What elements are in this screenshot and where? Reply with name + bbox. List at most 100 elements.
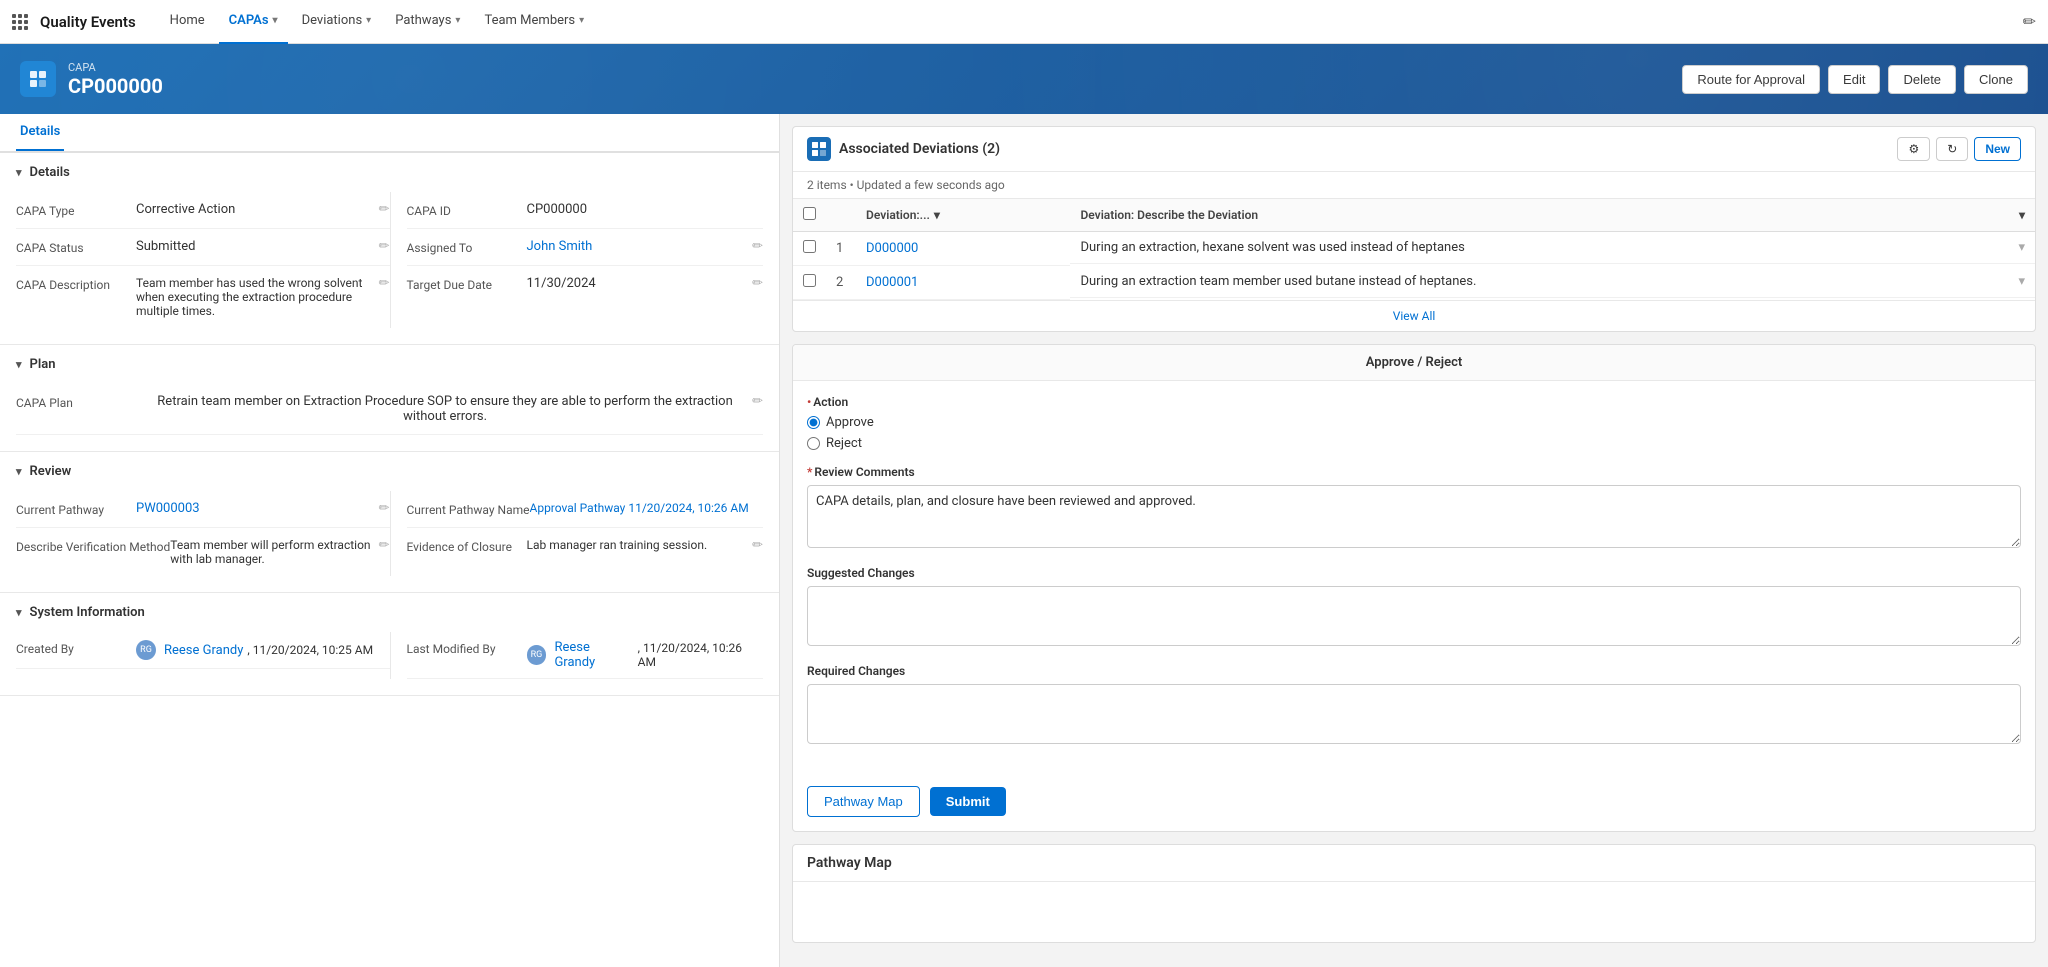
edit-icon[interactable]: ✏: [379, 202, 390, 217]
last-modified-label: Last Modified By: [407, 640, 527, 656]
system-info-section-header[interactable]: ▾ System Information: [0, 593, 779, 632]
capa-type-value: Corrective Action: [136, 202, 371, 217]
review-section: ▾ Review Current Pathway PW000003 ✏ Desc…: [0, 452, 779, 593]
edit-icon[interactable]: ✏: [752, 276, 763, 291]
col-deviation-id[interactable]: Deviation:... ▾: [856, 199, 1070, 232]
details-section-header[interactable]: ▾ Details: [0, 153, 779, 192]
associated-deviations-card: Associated Deviations (2) ⚙ ↻ New 2 item…: [792, 126, 2036, 332]
assigned-to-value[interactable]: John Smith: [527, 239, 745, 254]
current-pathway-name-label: Current Pathway Name: [407, 501, 530, 517]
nav-item-team-members[interactable]: Team Members ▾: [474, 0, 594, 44]
app-title: Quality Events: [40, 13, 136, 31]
edit-icon[interactable]: ✏: [379, 276, 390, 291]
deviation-id-cell: D000000: [856, 232, 1070, 266]
suggested-changes-textarea[interactable]: [807, 586, 2021, 646]
created-by-value[interactable]: Reese Grandy: [164, 643, 243, 658]
panel-tabs: Details: [0, 114, 779, 153]
row-expand-icon[interactable]: ▾: [2018, 240, 2025, 255]
card-title: Associated Deviations (2): [807, 137, 1000, 161]
reject-radio[interactable]: [807, 437, 820, 450]
nav-item-deviations[interactable]: Deviations ▾: [292, 0, 382, 44]
refresh-button[interactable]: ↻: [1936, 137, 1968, 161]
capa-label: CAPA: [68, 61, 163, 74]
edit-icon[interactable]: ✏: [379, 501, 390, 516]
new-deviation-button[interactable]: New: [1974, 137, 2021, 161]
review-comments-group: * Review Comments: [807, 465, 2021, 552]
deviation-id-cell: D000001: [856, 266, 1070, 300]
edit-icon[interactable]: ✏: [752, 538, 763, 553]
pathway-map-button[interactable]: Pathway Map: [807, 786, 920, 817]
review-left-col: Current Pathway PW000003 ✏ Describe Veri…: [16, 491, 390, 576]
review-comments-textarea[interactable]: [807, 485, 2021, 548]
clone-button[interactable]: Clone: [1964, 65, 2028, 94]
row-expand-icon[interactable]: ▾: [2018, 274, 2025, 289]
edit-icon[interactable]: ✏: [752, 394, 763, 409]
col-deviation-num: [826, 199, 856, 232]
system-info-section-title: System Information: [30, 605, 145, 620]
chevron-down-icon: ▾: [16, 465, 22, 478]
chevron-down-icon: ▾: [2019, 208, 2025, 222]
verification-value: Team member will perform extraction with…: [170, 538, 370, 566]
row-number: 1: [826, 232, 856, 266]
review-section-header[interactable]: ▾ Review: [0, 452, 779, 491]
route-for-approval-button[interactable]: Route for Approval: [1682, 65, 1820, 94]
current-pathway-value[interactable]: PW000003: [136, 501, 371, 516]
capa-plan-label: CAPA Plan: [16, 394, 146, 410]
left-panel: Details ▾ Details CAPA Type Corrective A…: [0, 114, 780, 967]
delete-button[interactable]: Delete: [1888, 65, 1956, 94]
avatar: RG: [136, 640, 156, 660]
action-group: • Action Approve Reject: [807, 395, 2021, 451]
capa-id-row: CAPA ID CP000000: [407, 192, 764, 229]
col-deviation-desc[interactable]: Deviation: Describe the Deviation ▾: [1070, 199, 2035, 232]
approve-radio-item[interactable]: Approve: [807, 415, 2021, 430]
required-changes-textarea[interactable]: [807, 684, 2021, 744]
nav-item-pathways[interactable]: Pathways ▾: [385, 0, 470, 44]
gear-button[interactable]: ⚙: [1897, 137, 1930, 161]
associated-deviations-title: Associated Deviations (2): [839, 141, 1000, 157]
row-checkbox[interactable]: [803, 274, 816, 287]
grid-icon[interactable]: [12, 14, 28, 30]
current-pathway-name-value[interactable]: Approval Pathway 11/20/2024, 10:26 AM: [530, 501, 764, 515]
edit-icon[interactable]: ✏: [379, 538, 390, 553]
table-row: 1 D000000 During an extraction, hexane s…: [793, 232, 2035, 266]
edit-icon[interactable]: ✏: [379, 239, 390, 254]
approve-reject-header: Approve / Reject: [793, 345, 2035, 381]
suggested-changes-group: Suggested Changes: [807, 566, 2021, 650]
header-actions: Route for Approval Edit Delete Clone: [1682, 65, 2028, 94]
details-section-title: Details: [30, 165, 70, 180]
review-right-col: Current Pathway Name Approval Pathway 11…: [390, 491, 764, 576]
capa-status-label: CAPA Status: [16, 239, 136, 255]
review-section-body: Current Pathway PW000003 ✏ Describe Veri…: [0, 491, 779, 592]
plan-section-header[interactable]: ▾ Plan: [0, 345, 779, 384]
deviation-desc-cell: During an extraction team member used bu…: [1070, 266, 2035, 298]
nav-item-capas[interactable]: CAPAs ▾: [219, 0, 288, 44]
current-pathway-name-row: Current Pathway Name Approval Pathway 11…: [407, 491, 764, 528]
system-info-body: Created By RG Reese Grandy , 11/20/2024,…: [0, 632, 779, 695]
created-by-date: , 11/20/2024, 10:25 AM: [247, 643, 373, 657]
deviation-id-link[interactable]: D000001: [866, 275, 918, 290]
deviation-id-link[interactable]: D000000: [866, 241, 918, 256]
row-checkbox[interactable]: [803, 240, 816, 253]
edit-button[interactable]: Edit: [1828, 65, 1880, 94]
details-right-col: CAPA ID CP000000 Assigned To John Smith …: [390, 192, 764, 328]
target-due-row: Target Due Date 11/30/2024 ✏: [407, 266, 764, 302]
header-capa-info: CAPA CP000000: [68, 61, 163, 98]
submit-button[interactable]: Submit: [930, 787, 1006, 816]
required-changes-label: Required Changes: [807, 664, 2021, 678]
select-all-checkbox[interactable]: [803, 207, 816, 220]
view-all-link[interactable]: View All: [793, 300, 2035, 331]
edit-icon[interactable]: ✏: [752, 239, 763, 254]
nav-item-home[interactable]: Home: [160, 0, 215, 44]
capa-plan-row: CAPA Plan Retrain team member on Extract…: [16, 384, 763, 435]
approve-radio[interactable]: [807, 416, 820, 429]
tab-details[interactable]: Details: [16, 114, 64, 151]
capa-plan-value: Retrain team member on Extraction Proced…: [154, 394, 736, 424]
reject-radio-item[interactable]: Reject: [807, 436, 2021, 451]
last-modified-value[interactable]: Reese Grandy: [554, 640, 633, 670]
chevron-down-icon: ▾: [455, 15, 460, 26]
deviation-table: Deviation:... ▾ Deviation: Describe the …: [793, 199, 2035, 300]
edit-icon[interactable]: ✏: [2023, 12, 2036, 31]
assigned-to-label: Assigned To: [407, 239, 527, 255]
current-pathway-row: Current Pathway PW000003 ✏: [16, 491, 390, 528]
reject-label: Reject: [826, 436, 862, 451]
